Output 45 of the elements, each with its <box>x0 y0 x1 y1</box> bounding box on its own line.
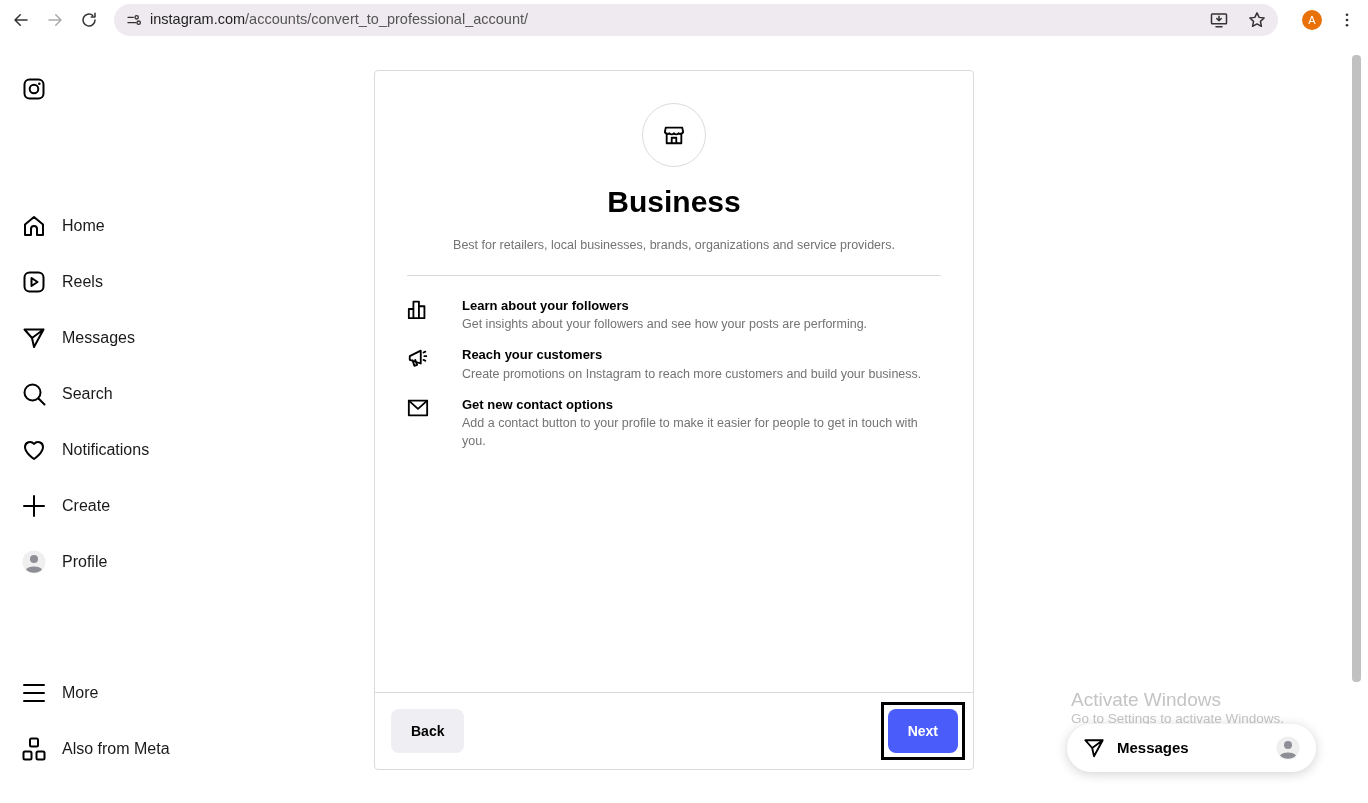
send-icon <box>22 326 46 350</box>
feature-title: Get new contact options <box>462 395 614 414</box>
sidebar-item[interactable]: Messages <box>22 310 143 366</box>
menu-icon <box>22 681 46 705</box>
address-bar[interactable]: instagram.com/accounts/convert_to_professional_account/ <box>114 4 1278 36</box>
url-text: instagram.com/accounts/convert_to_professional_account/ <box>150 10 530 30</box>
activation-title: Activate Windows <box>1071 689 1222 711</box>
search-icon <box>22 382 46 406</box>
messages-label: Messages <box>1117 737 1190 758</box>
next-button[interactable]: Next <box>887 709 958 753</box>
sidebar-item[interactable]: Notifications <box>22 422 158 478</box>
grid-shapes-icon <box>22 737 46 761</box>
sidebar-item[interactable]: Search <box>22 366 121 422</box>
sidebar-item[interactable]: Create <box>22 478 119 534</box>
storefront-icon <box>663 124 685 146</box>
sidebar-item[interactable]: Also from Meta <box>22 721 178 777</box>
megaphone-icon <box>407 347 429 370</box>
messages-bar[interactable]: Messages <box>1067 724 1316 772</box>
back-button[interactable]: Back <box>391 709 465 753</box>
feature-title: Learn about your followers <box>462 296 630 315</box>
card-title: Business <box>607 184 741 220</box>
sidebar-item[interactable]: More <box>22 665 107 721</box>
site-settings-icon <box>126 12 142 28</box>
star-icon[interactable] <box>1248 11 1266 29</box>
feature-description: Create promotions on Instagram to reach more customers and build your business. <box>462 365 922 383</box>
heart-icon <box>22 438 46 462</box>
avatar-icon <box>22 550 46 574</box>
back-icon[interactable] <box>12 11 30 29</box>
send-icon <box>1083 737 1105 759</box>
home-icon <box>22 214 46 238</box>
feature-description: Add a contact button to your profile to make it easier for people to get in touch with you. <box>462 415 919 451</box>
sidebar-item[interactable]: Reels <box>22 254 111 310</box>
install-icon[interactable] <box>1210 11 1228 29</box>
sidebar-item[interactable]: Home <box>22 198 113 254</box>
activation-text: Go to Settings to activate Windows. <box>1071 711 1285 727</box>
sidebar-item[interactable]: Profile <box>22 534 116 590</box>
scrollbar-thumb[interactable] <box>1352 55 1361 682</box>
card-subtitle: Best for retailers, local businesses, brands, organizations and service providers. <box>453 237 895 254</box>
feature-title: Reach your customers <box>462 346 604 365</box>
feature-description: Get insights about your followers and see how your posts are performing. <box>462 316 868 334</box>
plus-icon <box>22 494 46 518</box>
camera-logo-icon[interactable] <box>22 77 46 101</box>
avatar-icon <box>1276 736 1300 760</box>
reload-icon[interactable] <box>80 11 98 29</box>
play-icon <box>22 270 46 294</box>
